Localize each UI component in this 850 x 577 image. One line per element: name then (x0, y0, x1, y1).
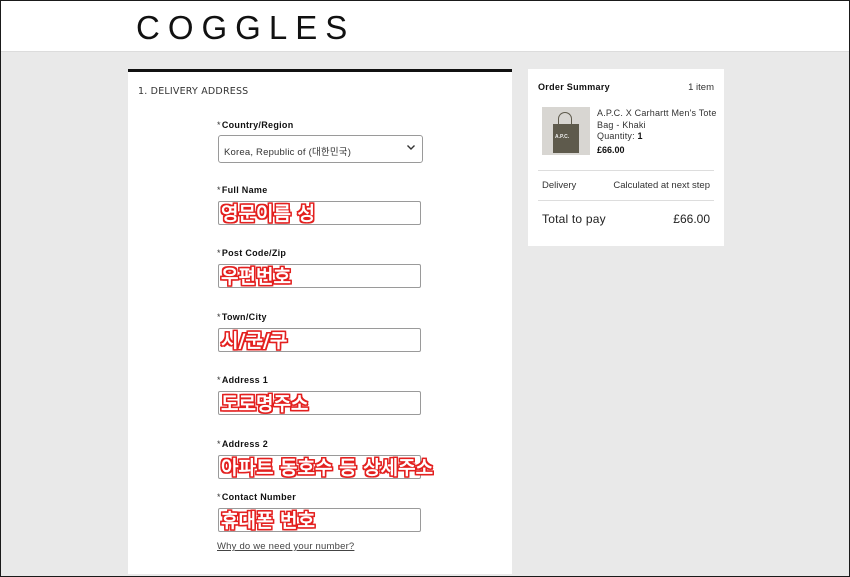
town-city-label: *Town/City (217, 312, 267, 322)
address-2-label: *Address 2 (217, 439, 269, 449)
country-value: Korea, Republic of (대한민국) (224, 147, 352, 158)
address-1-label: *Address 1 (217, 375, 269, 385)
total-label: Total to pay (542, 212, 606, 226)
contact-number-field[interactable]: 휴대폰 번호 (218, 508, 421, 532)
full-name-value: 영문이름 성 (221, 203, 316, 225)
product-thumbnail[interactable]: A.P.C. (542, 107, 590, 155)
site-header: COGGLES (1, 1, 849, 52)
order-summary-title: Order Summary (538, 82, 610, 92)
bag-logo-text: A.P.C. (555, 134, 570, 140)
why-number-link[interactable]: Why do we need your number? (217, 541, 354, 552)
coggles-logo[interactable]: COGGLES (136, 9, 355, 47)
summary-divider (538, 170, 714, 171)
product-name[interactable]: A.P.C. X Carhartt Men's Tote Bag - Khaki (597, 107, 717, 131)
chevron-down-icon (407, 145, 415, 150)
address-1-value: 도로명주소 (221, 393, 309, 415)
town-city-field[interactable]: 시/군/구 (218, 328, 421, 352)
delivery-label: Delivery (542, 180, 577, 191)
post-code-label: *Post Code/Zip (217, 248, 287, 258)
address-2-field[interactable]: 아파트 동호수 등 상세주소 (218, 455, 433, 479)
contact-number-label: *Contact Number (217, 492, 297, 502)
delivery-address-panel: 1. DELIVERY ADDRESS *Country/Region Kore… (128, 69, 512, 574)
town-city-value: 시/군/구 (221, 330, 288, 352)
total-value: £66.00 (673, 212, 710, 226)
item-count: 1 item (688, 82, 714, 93)
full-name-label: *Full Name (217, 185, 268, 195)
contact-number-value: 휴대폰 번호 (221, 510, 316, 532)
full-name-field[interactable]: 영문이름 성 (218, 201, 421, 225)
product-price: £66.00 (597, 145, 625, 155)
section-title: 1. DELIVERY ADDRESS (138, 86, 249, 97)
country-select[interactable]: Korea, Republic of (대한민국) (218, 135, 423, 163)
summary-divider (538, 200, 714, 201)
post-code-value: 우편번호 (221, 266, 291, 288)
address-1-field[interactable]: 도로명주소 (218, 391, 421, 415)
order-summary-panel: Order Summary 1 item A.P.C. A.P.C. X Car… (528, 69, 724, 246)
product-quantity: Quantity: 1 (597, 131, 643, 141)
post-code-field[interactable]: 우편번호 (218, 264, 421, 288)
country-label: *Country/Region (217, 120, 294, 130)
address-2-value: 아파트 동호수 등 상세주소 (221, 457, 434, 479)
delivery-value: Calculated at next step (613, 180, 710, 191)
